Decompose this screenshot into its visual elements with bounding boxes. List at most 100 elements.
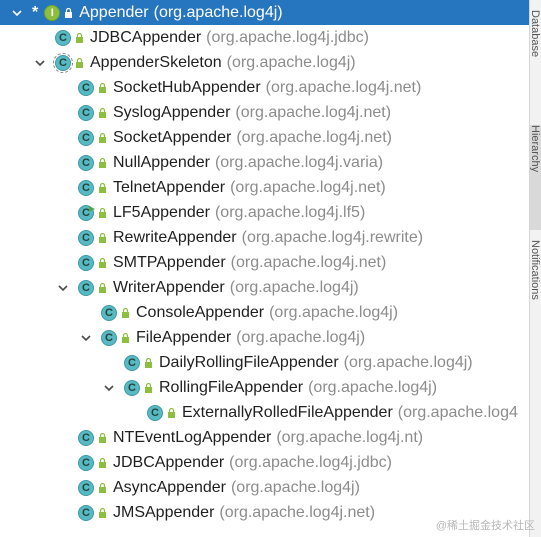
class-name: WriterAppender bbox=[113, 278, 225, 296]
tree-row[interactable]: C SocketHubAppender (org.apache.log4j.net) bbox=[0, 75, 530, 100]
package-name: (org.apache.log4j) bbox=[343, 353, 473, 371]
tree-row[interactable]: C SMTPAppender (org.apache.log4j.net) bbox=[0, 250, 530, 275]
watermark-text: @稀土掘金技术社区 bbox=[435, 520, 535, 532]
class-icon: C bbox=[78, 504, 94, 521]
package-name: (org.apache.log4j.jdbc) bbox=[229, 453, 392, 471]
tree-row[interactable]: C AppenderSkeleton (org.apache.log4j) bbox=[0, 50, 530, 75]
public-lock-icon bbox=[98, 208, 107, 218]
class-icon: C bbox=[78, 429, 94, 446]
class-icon: C bbox=[124, 379, 140, 396]
chevron-down-icon[interactable] bbox=[79, 331, 93, 345]
tree-row[interactable]: * I Appender (org.apache.log4j) bbox=[0, 0, 530, 25]
tree-row[interactable]: C NTEventLogAppender (org.apache.log4j.nt) bbox=[0, 425, 530, 450]
tree-row[interactable]: C WriterAppender (org.apache.log4j) bbox=[0, 275, 530, 300]
notifications-tab[interactable]: Notifications bbox=[530, 240, 541, 350]
package-name: (org.apache.log4j.net) bbox=[219, 503, 376, 521]
right-tool-sidebar: Database Hierarchy Notifications bbox=[529, 0, 541, 537]
class-icon: C bbox=[78, 129, 94, 146]
class-name: AppenderSkeleton bbox=[90, 53, 222, 71]
class-name: SocketAppender bbox=[113, 128, 232, 146]
package-name: (org.apache.log4 bbox=[397, 403, 518, 421]
class-icon: C bbox=[78, 229, 94, 246]
class-name: Appender bbox=[79, 3, 149, 21]
tree-row[interactable]: C ConsoleAppender (org.apache.log4j) bbox=[0, 300, 530, 325]
interface-icon: I bbox=[44, 4, 61, 21]
class-icon: C bbox=[78, 154, 94, 171]
hierarchy-tab[interactable]: Hierarchy bbox=[530, 125, 541, 230]
class-icon: C bbox=[78, 254, 94, 271]
public-lock-icon bbox=[98, 283, 107, 293]
public-lock-icon bbox=[98, 183, 107, 193]
public-lock-icon bbox=[121, 308, 130, 318]
class-name: SocketHubAppender bbox=[113, 78, 261, 96]
class-icon: C bbox=[147, 404, 163, 421]
package-name: (org.apache.log4j) bbox=[226, 53, 356, 71]
package-name: (org.apache.log4j.net) bbox=[230, 253, 387, 271]
class-name: JDBCAppender bbox=[90, 28, 202, 46]
tree-row[interactable]: C SocketAppender (org.apache.log4j.net) bbox=[0, 125, 530, 150]
public-lock-icon bbox=[121, 333, 130, 343]
chevron-down-icon[interactable] bbox=[33, 56, 47, 70]
public-lock-icon bbox=[98, 133, 107, 143]
class-icon: C bbox=[101, 329, 117, 346]
public-lock-icon bbox=[144, 358, 153, 368]
class-icon: C bbox=[101, 304, 117, 321]
tree-row[interactable]: C TelnetAppender (org.apache.log4j.net) bbox=[0, 175, 530, 200]
tree-row[interactable]: C JDBCAppender (org.apache.log4j.jdbc) bbox=[0, 450, 530, 475]
class-name: AsyncAppender bbox=[113, 478, 226, 496]
class-name: JDBCAppender bbox=[113, 453, 225, 471]
tree-row[interactable]: C SyslogAppender (org.apache.log4j.net) bbox=[0, 100, 530, 125]
chevron-down-icon[interactable] bbox=[102, 381, 116, 395]
class-icon: C bbox=[55, 29, 71, 46]
class-icon: C bbox=[78, 104, 94, 121]
class-name: TelnetAppender bbox=[113, 178, 226, 196]
package-name: (org.apache.log4j.net) bbox=[235, 103, 392, 121]
public-lock-icon bbox=[98, 83, 107, 93]
tree-row[interactable]: C FileAppender (org.apache.log4j) bbox=[0, 325, 530, 350]
public-lock-icon bbox=[98, 108, 107, 118]
package-name: (org.apache.log4j) bbox=[230, 478, 360, 496]
tree-row[interactable]: C NullAppender (org.apache.log4j.varia) bbox=[0, 150, 530, 175]
hierarchy-tab-label: Hierarchy bbox=[530, 125, 541, 173]
tree-row[interactable]: C RewriteAppender (org.apache.log4j.rewrit… bbox=[0, 225, 530, 250]
class-icon: C bbox=[124, 354, 140, 371]
class-name: ExternallyRolledFileAppender bbox=[182, 403, 393, 421]
tree-row[interactable]: C LF5Appender (org.apache.log4j.lf5) bbox=[0, 200, 530, 225]
public-lock-icon bbox=[98, 508, 107, 518]
class-name: NTEventLogAppender bbox=[113, 428, 272, 446]
package-name: (org.apache.log4j.lf5) bbox=[214, 203, 366, 221]
class-name: SMTPAppender bbox=[113, 253, 226, 271]
tree-row[interactable]: C AsyncAppender (org.apache.log4j) bbox=[0, 475, 530, 500]
class-name: JMSAppender bbox=[113, 503, 215, 521]
package-name: (org.apache.log4j.net) bbox=[230, 178, 386, 196]
package-name: (org.apache.log4j) bbox=[229, 278, 359, 296]
tree-row[interactable]: C DailyRollingFileAppender (org.apache.log… bbox=[0, 350, 530, 375]
public-lock-icon bbox=[98, 433, 107, 443]
tree-row[interactable]: C JDBCAppender (org.apache.log4j.jdbc) bbox=[0, 25, 530, 50]
class-name: LF5Appender bbox=[113, 203, 210, 221]
root-marker: * bbox=[32, 3, 39, 21]
chevron-down-icon[interactable] bbox=[56, 281, 70, 295]
class-name: RollingFileAppender bbox=[159, 378, 304, 396]
class-icon: C bbox=[78, 454, 94, 471]
run-flag-icon bbox=[89, 203, 95, 212]
tree-row[interactable]: C RollingFileAppender (org.apache.log4j) bbox=[0, 375, 530, 400]
public-lock-icon bbox=[98, 458, 107, 468]
database-tab[interactable]: Database bbox=[530, 10, 541, 110]
package-name: (org.apache.log4j.jdbc) bbox=[206, 28, 369, 46]
hierarchy-tree[interactable]: * I Appender (org.apache.log4j) C JDBCAppende… bbox=[0, 0, 530, 537]
chevron-down-icon[interactable] bbox=[10, 6, 24, 20]
package-name: (org.apache.log4j) bbox=[269, 303, 399, 321]
public-lock-icon bbox=[144, 383, 153, 393]
package-name: (org.apache.log4j) bbox=[153, 3, 283, 21]
abstract-class-icon: C bbox=[53, 52, 73, 73]
tree-row[interactable]: C ExternallyRolledFileAppender (org.apache… bbox=[0, 400, 530, 425]
